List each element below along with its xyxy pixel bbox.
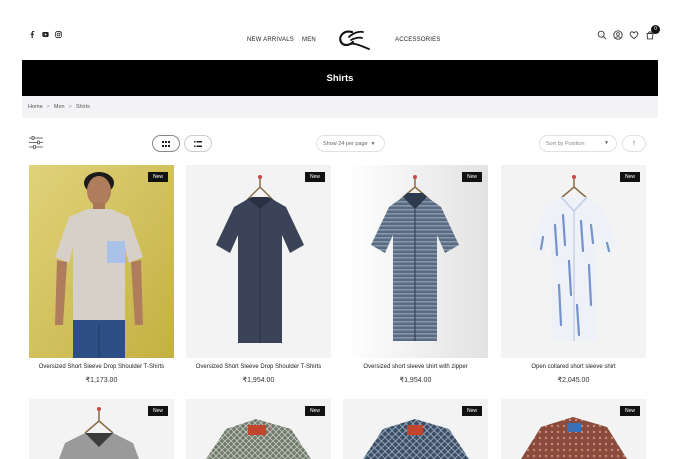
instagram-icon[interactable]	[55, 31, 62, 38]
heart-icon[interactable]	[629, 30, 639, 40]
page-title: Shirts	[326, 72, 354, 84]
product-image[interactable]: New	[29, 399, 174, 459]
product-image[interactable]: New	[186, 165, 331, 358]
new-badge: New	[304, 406, 325, 416]
new-badge: New	[461, 172, 482, 182]
sort-by-value: Sort by Position	[546, 140, 585, 147]
product-price: ₹2,045.00	[557, 377, 590, 384]
sort-direction-button[interactable]: ↑	[622, 135, 646, 152]
cart-button[interactable]: 0	[645, 25, 660, 40]
chevron-down-icon: ▼	[370, 140, 376, 147]
product-price: ₹1,954.00	[242, 377, 275, 384]
product-image[interactable]: New	[186, 399, 331, 459]
new-badge: New	[147, 406, 168, 416]
list-icon	[194, 140, 202, 147]
breadcrumb: Home > Men > Shirts	[22, 96, 658, 118]
breadcrumb-current: Shirts	[75, 104, 90, 110]
new-badge: New	[619, 406, 640, 416]
facebook-icon[interactable]	[29, 31, 36, 38]
product-image[interactable]: New	[343, 165, 488, 358]
product-image[interactable]: New	[501, 165, 646, 358]
per-page-select[interactable]: Show 24 per page ▼	[316, 135, 385, 152]
youtube-icon[interactable]	[42, 31, 49, 38]
cart-count-badge: 0	[651, 25, 660, 34]
user-icon[interactable]	[613, 30, 623, 40]
breadcrumb-separator: >	[46, 104, 50, 110]
list-view-button[interactable]	[184, 135, 212, 152]
product-image[interactable]: New	[501, 399, 646, 459]
header-actions: 0	[597, 25, 660, 40]
grid-icon	[162, 140, 170, 147]
page-title-bar: Shirts	[22, 60, 658, 96]
sort-by-select[interactable]: Sort by Position ▼	[539, 135, 617, 152]
nav-men[interactable]: MEN	[302, 37, 316, 43]
nav-accessories[interactable]: ACCESSORIES	[395, 37, 441, 43]
chevron-down-icon: ▼	[604, 140, 609, 146]
product-price: ₹1,173.00	[85, 377, 118, 384]
product-name[interactable]: Open collared short sleeve shirt	[501, 364, 646, 370]
grid-view-button[interactable]	[152, 135, 180, 152]
arrow-up-icon: ↑	[632, 140, 636, 147]
nav-new-arrivals[interactable]: NEW ARRIVALS	[247, 37, 294, 43]
breadcrumb-separator: >	[68, 104, 72, 110]
brand-logo[interactable]	[336, 28, 372, 52]
product-name[interactable]: Oversized short sleeve shirt with zipper	[343, 364, 488, 370]
new-badge: New	[304, 172, 325, 182]
site-header: NEW ARRIVALS MEN ACCESSORIES 0	[0, 0, 680, 60]
social-links	[29, 31, 62, 38]
product-image[interactable]: New	[343, 399, 488, 459]
new-badge: New	[461, 406, 482, 416]
breadcrumb-men[interactable]: Men	[54, 104, 65, 110]
product-price: ₹1,954.00	[399, 377, 432, 384]
new-badge: New	[619, 172, 640, 182]
product-name[interactable]: Oversized Short Sleeve Drop Shoulder T-S…	[29, 364, 174, 370]
new-badge: New	[147, 172, 168, 182]
per-page-value: Show 24 per page	[323, 140, 368, 147]
breadcrumb-home[interactable]: Home	[28, 104, 43, 110]
product-name[interactable]: Oversized Short Sleeve Drop Shoulder T-S…	[186, 364, 331, 370]
filter-sliders-icon[interactable]	[29, 136, 43, 149]
search-icon[interactable]	[597, 30, 607, 40]
product-image[interactable]: New	[29, 165, 174, 358]
